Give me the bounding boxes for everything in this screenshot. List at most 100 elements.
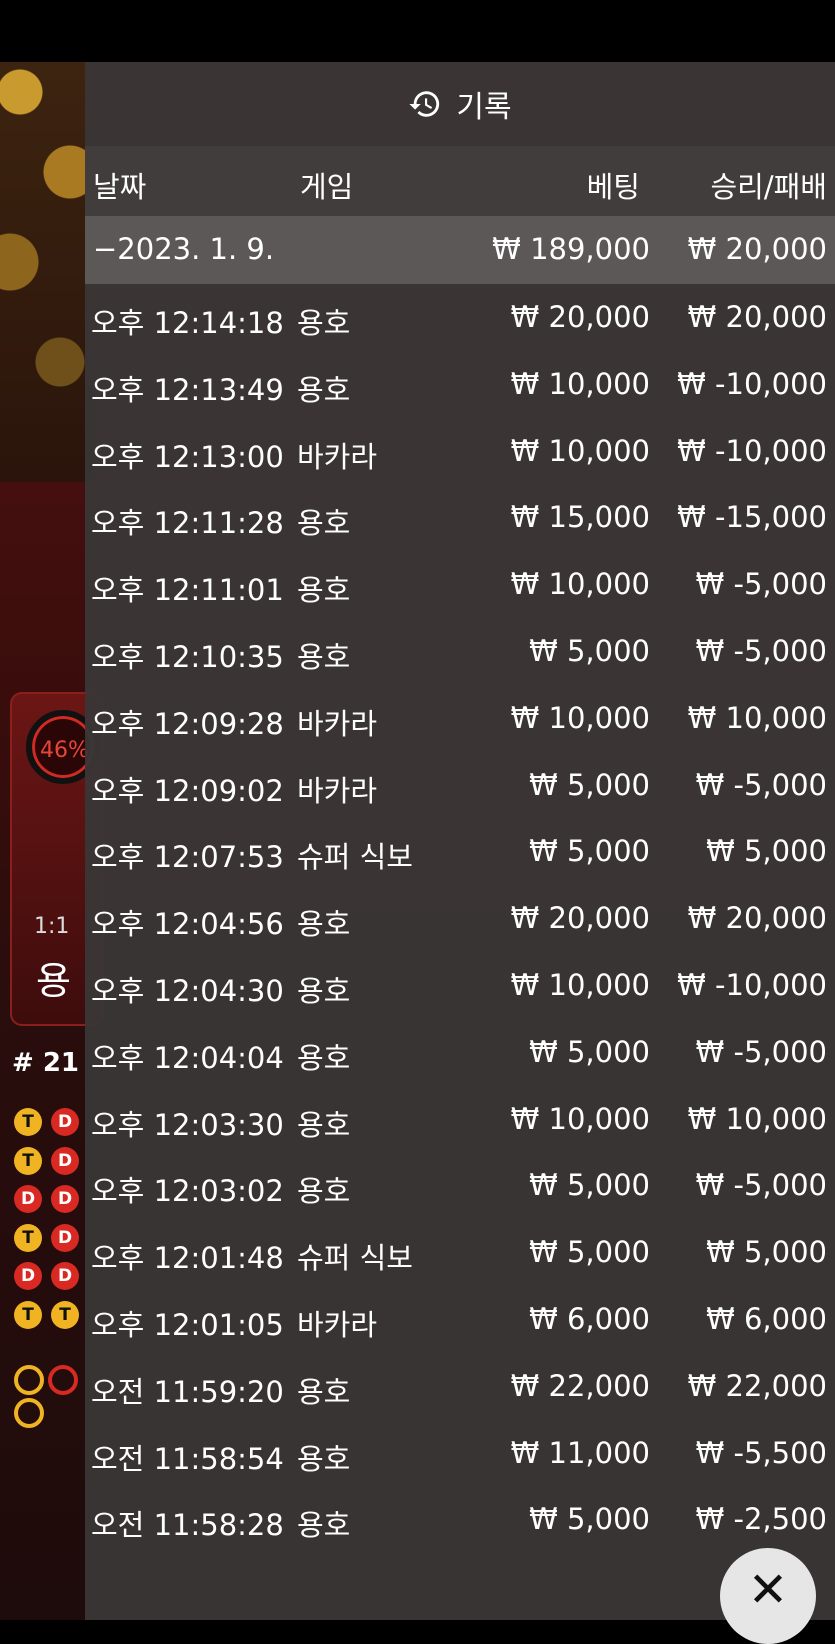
roadmap-chip: T bbox=[14, 1300, 42, 1329]
history-row[interactable]: 오후 12:11:28 용호 ₩ 15,000 ₩ -15,000 bbox=[85, 484, 835, 553]
column-bet: 베팅 bbox=[586, 170, 640, 204]
history-row[interactable]: 오후 12:07:53 슈퍼 식보 ₩ 5,000 ₩ 5,000 bbox=[85, 818, 835, 887]
row-time: 오후 12:01:05 bbox=[91, 1308, 284, 1342]
row-result: ₩ -5,000 bbox=[695, 767, 827, 802]
row-time: 오후 12:09:02 bbox=[91, 773, 284, 808]
row-game: 바카라 bbox=[297, 1308, 378, 1342]
row-result: ₩ 5,000 bbox=[706, 1235, 827, 1270]
row-result: ₩ -5,000 bbox=[695, 1034, 827, 1069]
close-icon: ✕ bbox=[747, 1562, 789, 1618]
row-time: 오후 12:14:18 bbox=[91, 306, 284, 340]
history-row[interactable]: 오후 12:01:48 슈퍼 식보 ₩ 5,000 ₩ 5,000 bbox=[85, 1219, 835, 1288]
row-bet: ₩ 10,000 bbox=[510, 1101, 650, 1136]
history-row[interactable]: 오후 12:13:49 용호 ₩ 10,000 ₩ -10,000 bbox=[85, 351, 835, 420]
history-row[interactable]: 오후 12:04:04 용호 ₩ 5,000 ₩ -5,000 bbox=[85, 1019, 835, 1088]
history-row[interactable]: 오후 12:11:01 용호 ₩ 10,000 ₩ -5,000 bbox=[85, 551, 835, 620]
row-bet: ₩ 5,000 bbox=[529, 1235, 650, 1270]
row-result: ₩ -5,000 bbox=[695, 567, 827, 602]
row-game: 용호 bbox=[297, 1174, 351, 1209]
close-button[interactable]: ✕ bbox=[720, 1548, 816, 1644]
row-bet: ₩ 20,000 bbox=[510, 901, 650, 936]
roadmap-chip: T bbox=[14, 1108, 42, 1136]
history-row[interactable]: 오전 11:58:54 용호 ₩ 11,000 ₩ -5,500 bbox=[85, 1420, 835, 1489]
payout-ratio: 1:1 bbox=[34, 914, 70, 939]
history-row[interactable]: 오후 12:14:18 용호 ₩ 20,000 ₩ 20,000 bbox=[85, 284, 835, 353]
row-game: 용호 bbox=[297, 506, 351, 541]
roadmap-chip: D bbox=[51, 1108, 79, 1136]
row-game: 용호 bbox=[297, 1441, 351, 1476]
history-row[interactable]: 오전 11:58:28 용호 ₩ 5,000 ₩ -2,500 bbox=[85, 1486, 835, 1555]
row-time: 오후 12:09:28 bbox=[91, 706, 284, 741]
row-time: 오전 11:58:54 bbox=[91, 1441, 284, 1476]
row-game: 용호 bbox=[297, 1040, 351, 1075]
row-game: 용호 bbox=[297, 372, 351, 407]
history-row[interactable]: 오전 11:59:20 용호 ₩ 22,000 ₩ 22,000 bbox=[85, 1353, 835, 1422]
roadmap-ring bbox=[48, 1365, 78, 1395]
row-result: ₩ 10,000 bbox=[687, 700, 827, 735]
group-bet-total: ₩ 189,000 bbox=[492, 232, 650, 266]
row-game: 슈퍼 식보 bbox=[297, 1241, 413, 1276]
history-row[interactable]: 오후 12:09:28 바카라 ₩ 10,000 ₩ 10,000 bbox=[85, 685, 835, 754]
row-result: ₩ 10,000 bbox=[687, 1101, 827, 1136]
history-row[interactable]: 오후 12:04:30 용호 ₩ 10,000 ₩ -10,000 bbox=[85, 952, 835, 1021]
history-row[interactable]: 오후 12:03:30 용호 ₩ 10,000 ₩ 10,000 bbox=[85, 1086, 835, 1155]
date-group-row[interactable]: −2023. 1. 9. ₩ 189,000 ₩ 20,000 bbox=[85, 216, 835, 284]
roadmap-chip: T bbox=[14, 1223, 42, 1252]
row-game: 용호 bbox=[297, 573, 351, 608]
row-game: 용호 bbox=[297, 306, 351, 340]
row-bet: ₩ 10,000 bbox=[510, 700, 650, 735]
row-bet: ₩ 5,000 bbox=[529, 1502, 650, 1537]
row-game: 바카라 bbox=[297, 773, 378, 808]
row-bet: ₩ 10,000 bbox=[510, 366, 650, 401]
history-icon bbox=[409, 91, 440, 117]
roadmap-ring bbox=[14, 1398, 44, 1428]
row-result: ₩ -5,000 bbox=[695, 1168, 827, 1203]
row-bet: ₩ 5,000 bbox=[529, 1034, 650, 1069]
row-result: ₩ -2,500 bbox=[695, 1502, 827, 1537]
dragon-scales-decoration bbox=[0, 62, 95, 482]
column-header: 날짜 게임 베팅 승리/패배 bbox=[85, 146, 835, 216]
history-row[interactable]: 오후 12:01:05 바카라 ₩ 6,000 ₩ 6,000 bbox=[85, 1286, 835, 1355]
row-result: ₩ -10,000 bbox=[677, 433, 827, 468]
row-bet: ₩ 10,000 bbox=[510, 433, 650, 468]
row-bet: ₩ 5,000 bbox=[529, 634, 650, 668]
row-time: 오전 11:58:28 bbox=[91, 1508, 284, 1543]
group-date: −2023. 1. 9. bbox=[93, 232, 275, 266]
roadmap-chip: D bbox=[51, 1185, 79, 1213]
row-time: 오후 12:13:49 bbox=[91, 372, 284, 407]
row-game: 용호 bbox=[297, 907, 351, 942]
roadmap-chip: D bbox=[51, 1146, 79, 1175]
history-row[interactable]: 오후 12:13:00 바카라 ₩ 10,000 ₩ -10,000 bbox=[85, 418, 835, 487]
column-date: 날짜 bbox=[93, 170, 147, 204]
row-time: 오후 12:07:53 bbox=[91, 840, 284, 875]
row-time: 오전 11:59:20 bbox=[91, 1374, 284, 1409]
row-time: 오후 12:04:04 bbox=[91, 1040, 284, 1075]
round-number: # 21 bbox=[12, 1048, 80, 1078]
odds-percent: 46% bbox=[40, 738, 89, 763]
row-result: ₩ -15,000 bbox=[677, 500, 827, 535]
row-game: 슈퍼 식보 bbox=[297, 840, 413, 875]
group-result-total: ₩ 20,000 bbox=[687, 232, 827, 266]
row-time: 오후 12:03:02 bbox=[91, 1174, 284, 1209]
row-time: 오후 12:11:01 bbox=[91, 573, 284, 608]
history-panel: 기록 날짜 게임 베팅 승리/패배 −2023. 1. 9. ₩ 189,000… bbox=[85, 62, 835, 1620]
row-bet: ₩ 10,000 bbox=[510, 567, 650, 602]
history-row[interactable]: 오후 12:09:02 바카라 ₩ 5,000 ₩ -5,000 bbox=[85, 752, 835, 821]
roadmap-chip: D bbox=[14, 1185, 42, 1213]
roadmap-ring bbox=[14, 1365, 44, 1395]
row-result: ₩ 6,000 bbox=[706, 1302, 827, 1336]
row-bet: ₩ 6,000 bbox=[529, 1302, 650, 1336]
row-bet: ₩ 22,000 bbox=[510, 1368, 650, 1403]
row-game: 용호 bbox=[297, 1508, 351, 1543]
panel-header: 기록 bbox=[85, 62, 835, 146]
row-game: 용호 bbox=[297, 1107, 351, 1142]
history-row[interactable]: 오후 12:10:35 용호 ₩ 5,000 ₩ -5,000 bbox=[85, 618, 835, 687]
history-row[interactable]: 오후 12:03:02 용호 ₩ 5,000 ₩ -5,000 bbox=[85, 1152, 835, 1221]
row-result: ₩ 20,000 bbox=[687, 901, 827, 936]
row-result: ₩ 22,000 bbox=[687, 1368, 827, 1403]
roadmap-chip: D bbox=[51, 1262, 79, 1290]
row-game: 용호 bbox=[297, 974, 351, 1008]
row-bet: ₩ 5,000 bbox=[529, 1168, 650, 1203]
row-time: 오후 12:04:30 bbox=[91, 974, 284, 1008]
history-row[interactable]: 오후 12:04:56 용호 ₩ 20,000 ₩ 20,000 bbox=[85, 885, 835, 954]
